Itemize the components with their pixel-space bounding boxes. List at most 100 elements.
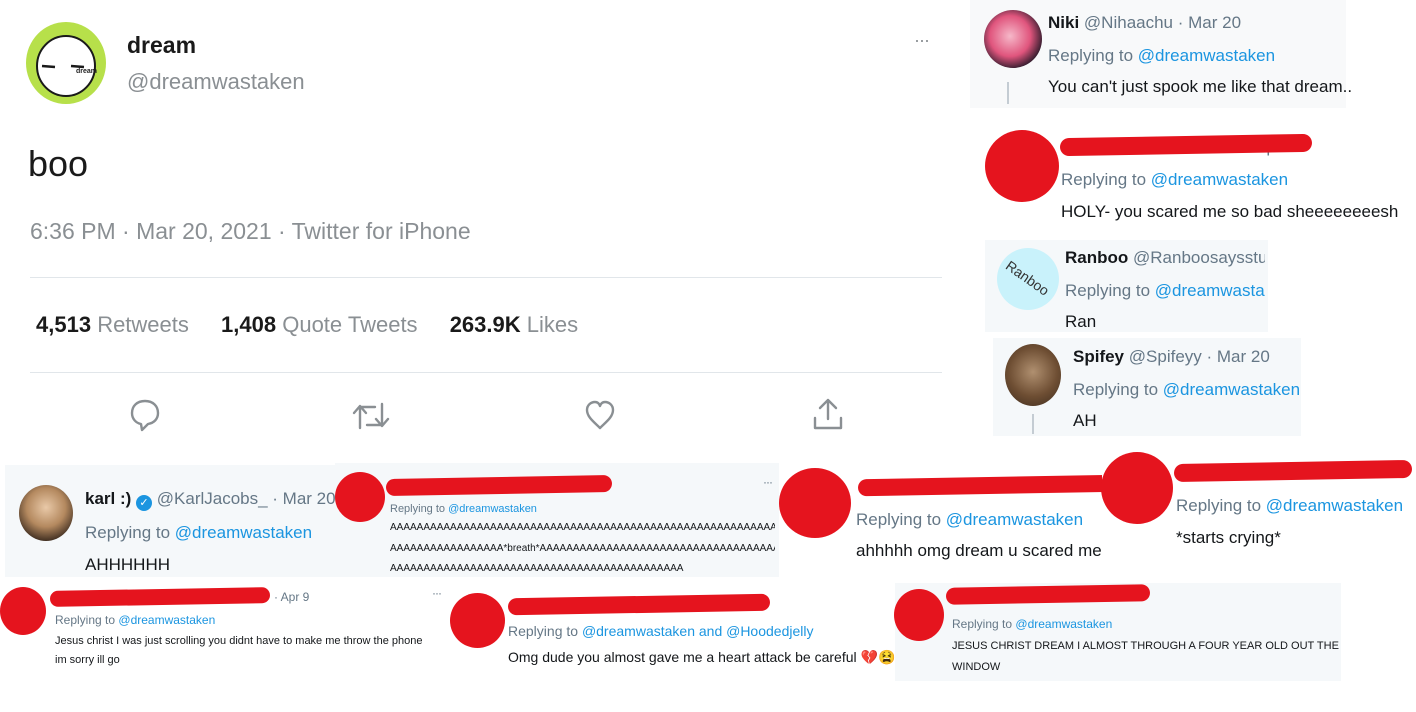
- reply-author-handle[interactable]: @Nihaachu · Mar 20: [1084, 13, 1241, 32]
- redaction-dot: [985, 130, 1059, 202]
- dream-mask-icon: [36, 35, 96, 97]
- replying-label: Replying to: [856, 510, 942, 529]
- likes-count[interactable]: 263.9K: [450, 312, 521, 337]
- reply-author-handle[interactable]: @Spifeyy · Mar 20: [1129, 347, 1270, 366]
- mention-link[interactable]: @dreamwastaken and @Hoodedjelly: [582, 623, 814, 639]
- mention-link[interactable]: @dreamwastaken: [1151, 170, 1288, 189]
- redaction-dot: [779, 468, 851, 538]
- reply-date: · Apr 9: [274, 590, 310, 604]
- replying-to: Replying to @dreamwastaken and @Hoodedje…: [508, 623, 813, 639]
- divider: [30, 372, 942, 373]
- redaction-bar: [945, 584, 1151, 605]
- reply-spifey[interactable]: Spifey @Spifeyy · Mar 20 Replying to @dr…: [993, 338, 1301, 436]
- author-name[interactable]: dream: [127, 32, 196, 59]
- reply-text-line: AAAAAAAAAAAAAAAAA*breath*AAAAAAAAAAAAAAA…: [390, 543, 775, 554]
- redaction-dot: [335, 472, 385, 522]
- avatar[interactable]: [984, 10, 1042, 68]
- replying-to: Replying to @dreamwastaken: [1073, 380, 1300, 400]
- quotes-label[interactable]: Quote Tweets: [282, 312, 417, 337]
- reply-text: HOLY- you scared me so bad sheeeeeeeesh: [1061, 202, 1399, 221]
- redaction-dot: [0, 587, 46, 635]
- replying-label: Replying to: [390, 503, 446, 515]
- reply-text-line: AAAAAAAAAAAAAAAAAAAAAAAAAAAAAAAAAAAAAAAA…: [390, 522, 775, 533]
- reply-text: AH: [1073, 411, 1097, 430]
- reply-author-name[interactable]: Spifey: [1073, 347, 1124, 366]
- more-icon[interactable]: ···: [432, 586, 442, 600]
- like-icon[interactable]: [584, 400, 616, 430]
- main-tweet: dream dream @dreamwastaken ··· boo 6:36 …: [0, 0, 965, 455]
- more-icon[interactable]: ···: [914, 30, 930, 51]
- share-icon[interactable]: [811, 396, 845, 432]
- replying-to: Replying to @dreamwastaken: [1061, 170, 1288, 190]
- reply-text-line: AAAAAAAAAAAAAAAAAAAAAAAAAAAAAAAAAAAAAAAA…: [390, 563, 684, 574]
- reply-author-name[interactable]: Ranboo: [1065, 248, 1128, 267]
- mention-link[interactable]: @dreamwastaken: [118, 613, 215, 627]
- avatar[interactable]: [1005, 344, 1061, 406]
- redaction-dot: [450, 593, 505, 648]
- replying-label: Replying to: [1061, 170, 1147, 189]
- redaction-dot: [894, 589, 944, 641]
- reply-header: karl :) ✓ @KarlJacobs_ · Mar 20: [85, 489, 336, 511]
- reply-header: Spifey @Spifeyy · Mar 20: [1073, 347, 1270, 367]
- replying-to: Replying to @dreamwastaken: [1176, 496, 1403, 516]
- reply-text: Ran: [1065, 312, 1097, 331]
- likes-label[interactable]: Likes: [527, 312, 578, 337]
- avatar[interactable]: dream: [26, 22, 106, 104]
- reply-text: ahhhhh omg dream u scared me: [856, 541, 1102, 560]
- reply-author-handle[interactable]: @Ranboosaysstuff: [1133, 248, 1265, 267]
- retweet-icon[interactable]: [351, 400, 391, 432]
- reply-text-line: JESUS CHRIST DREAM I ALMOST THROUGH A FO…: [952, 640, 1339, 652]
- replying-to: Replying to @dreamwastaken: [1048, 46, 1275, 66]
- replying-to: Replying to @dreamwastak: [1065, 281, 1265, 301]
- replying-label: Replying to: [952, 617, 1013, 631]
- reply-text-line: im sorry ill go: [55, 654, 120, 666]
- reply-text: You can't just spook me like that dream.…: [1048, 77, 1353, 96]
- replying-label: Replying to: [85, 523, 171, 542]
- reply-niki[interactable]: Niki @Nihaachu · Mar 20 Replying to @dre…: [970, 0, 1352, 108]
- replying-label: Replying to: [1073, 380, 1159, 399]
- tweet-meta: 6:36 PM · Mar 20, 2021 · Twitter for iPh…: [30, 218, 471, 244]
- reply-icon[interactable]: [129, 398, 161, 432]
- reply-text-body: Omg dude you almost gave me a heart atta…: [508, 649, 857, 665]
- replying-label: Replying to: [55, 613, 116, 627]
- reply-text: *starts crying*: [1176, 528, 1281, 547]
- author-handle[interactable]: @dreamwastaken: [127, 69, 305, 95]
- replying-to: Replying to @dreamwastaken: [856, 510, 1083, 530]
- reply-karl[interactable]: karl :) ✓ @KarlJacobs_ · Mar 20 Replying…: [5, 465, 336, 577]
- mention-link[interactable]: @dreamwastaken: [1015, 617, 1112, 631]
- reply-header: Niki @Nihaachu · Mar 20: [1048, 13, 1241, 33]
- reply-text: Omg dude you almost gave me a heart atta…: [508, 649, 895, 666]
- replying-label: Replying to: [1176, 496, 1262, 515]
- reply-author-name[interactable]: Niki: [1048, 13, 1079, 32]
- verified-icon: ✓: [136, 495, 153, 511]
- avatar-label: Ranboo: [1002, 257, 1053, 299]
- redaction-dot: [1101, 452, 1173, 524]
- replying-to: Replying to @dreamwastaken: [55, 613, 215, 627]
- mention-link[interactable]: @dreamwastaken: [1266, 496, 1403, 515]
- reply-author-handle[interactable]: @KarlJacobs_ · Mar 20: [157, 489, 336, 508]
- thread-line: [1032, 414, 1034, 434]
- mention-link[interactable]: @dreamwastaken: [1163, 380, 1300, 399]
- more-icon[interactable]: ···: [763, 475, 773, 489]
- replying-to: Replying to @dreamwastaken: [952, 617, 1112, 631]
- retweets-label[interactable]: Retweets: [97, 312, 189, 337]
- divider: [30, 277, 942, 278]
- mention-link[interactable]: @dreamwastaken: [448, 503, 537, 515]
- replying-label: Replying to: [508, 623, 579, 639]
- reply-author-name[interactable]: karl :): [85, 489, 131, 508]
- retweets-count[interactable]: 4,513: [36, 312, 91, 337]
- replying-to: Replying to @dreamwastaken: [390, 503, 537, 515]
- quotes-count[interactable]: 1,408: [221, 312, 276, 337]
- mention-link[interactable]: @dreamwastaken: [1138, 46, 1275, 65]
- mention-link[interactable]: @dreamwastak: [1155, 281, 1265, 300]
- reply-text: AHHHHHH: [85, 555, 170, 574]
- reply-ranboo[interactable]: Ranboo Ranboo @Ranboosaysstuff Replying …: [985, 240, 1268, 332]
- avatar[interactable]: [19, 485, 73, 541]
- replying-to: Replying to @dreamwastaken: [85, 523, 312, 543]
- replying-label: Replying to: [1048, 46, 1134, 65]
- tweet-text: boo: [28, 143, 89, 184]
- mention-link[interactable]: @dreamwastaken: [175, 523, 312, 542]
- avatar[interactable]: Ranboo: [997, 248, 1059, 310]
- mention-link[interactable]: @dreamwastaken: [946, 510, 1083, 529]
- reply-header: Ranboo @Ranboosaysstuff: [1065, 248, 1265, 268]
